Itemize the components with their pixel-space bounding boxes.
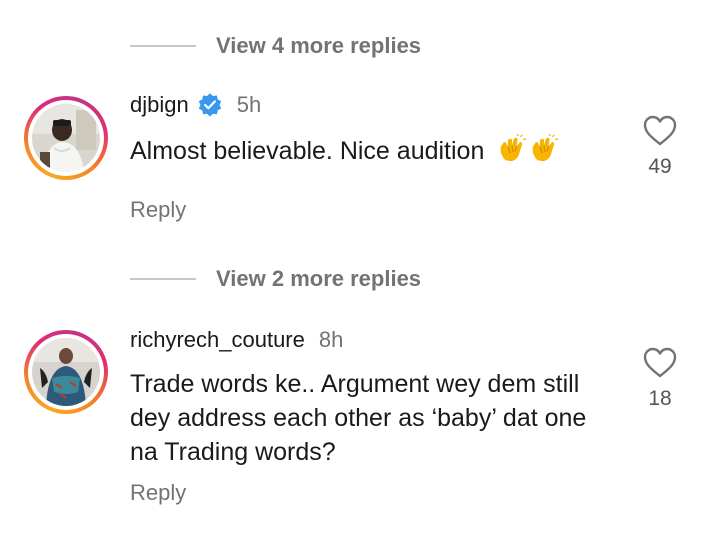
view-more-replies-label: View 2 more replies	[216, 266, 422, 291]
like-button[interactable]: 18	[640, 347, 680, 411]
comment-text: Almost believable. Nice audition	[130, 134, 600, 168]
view-more-replies-button[interactable]: View 2 more replies	[130, 264, 421, 294]
comment-body: Trade words ke.. Argument wey dem still …	[130, 370, 587, 466]
comment-username[interactable]: richyrech_couture	[130, 327, 305, 353]
avatar	[32, 338, 100, 406]
comment-timestamp: 8h	[318, 327, 344, 352]
clapping-hands-icon	[500, 134, 527, 162]
avatar	[32, 104, 100, 172]
like-count: 18	[648, 387, 672, 410]
view-more-replies-button[interactable]: View 4 more replies	[130, 31, 421, 61]
thread-divider-line	[130, 278, 196, 280]
like-count: 49	[648, 155, 672, 178]
avatar-story-ring[interactable]	[24, 96, 108, 180]
heart-icon[interactable]	[643, 115, 677, 147]
view-more-replies-label: View 4 more replies	[216, 33, 422, 58]
verified-badge-icon	[198, 93, 221, 117]
comment-text: Trade words ke.. Argument wey dem still …	[130, 367, 600, 469]
thread-divider-line	[130, 45, 196, 47]
heart-icon[interactable]	[643, 347, 677, 379]
clapping-hands-icon	[532, 134, 559, 162]
avatar-story-ring[interactable]	[24, 330, 108, 414]
comment-username[interactable]: djbign	[130, 92, 189, 118]
comment-timestamp: 5h	[236, 92, 262, 117]
reply-button[interactable]: Reply	[130, 480, 186, 506]
comment-body: Almost believable. Nice audition	[130, 137, 485, 165]
like-button[interactable]: 49	[640, 115, 680, 179]
reply-button[interactable]: Reply	[130, 197, 186, 223]
